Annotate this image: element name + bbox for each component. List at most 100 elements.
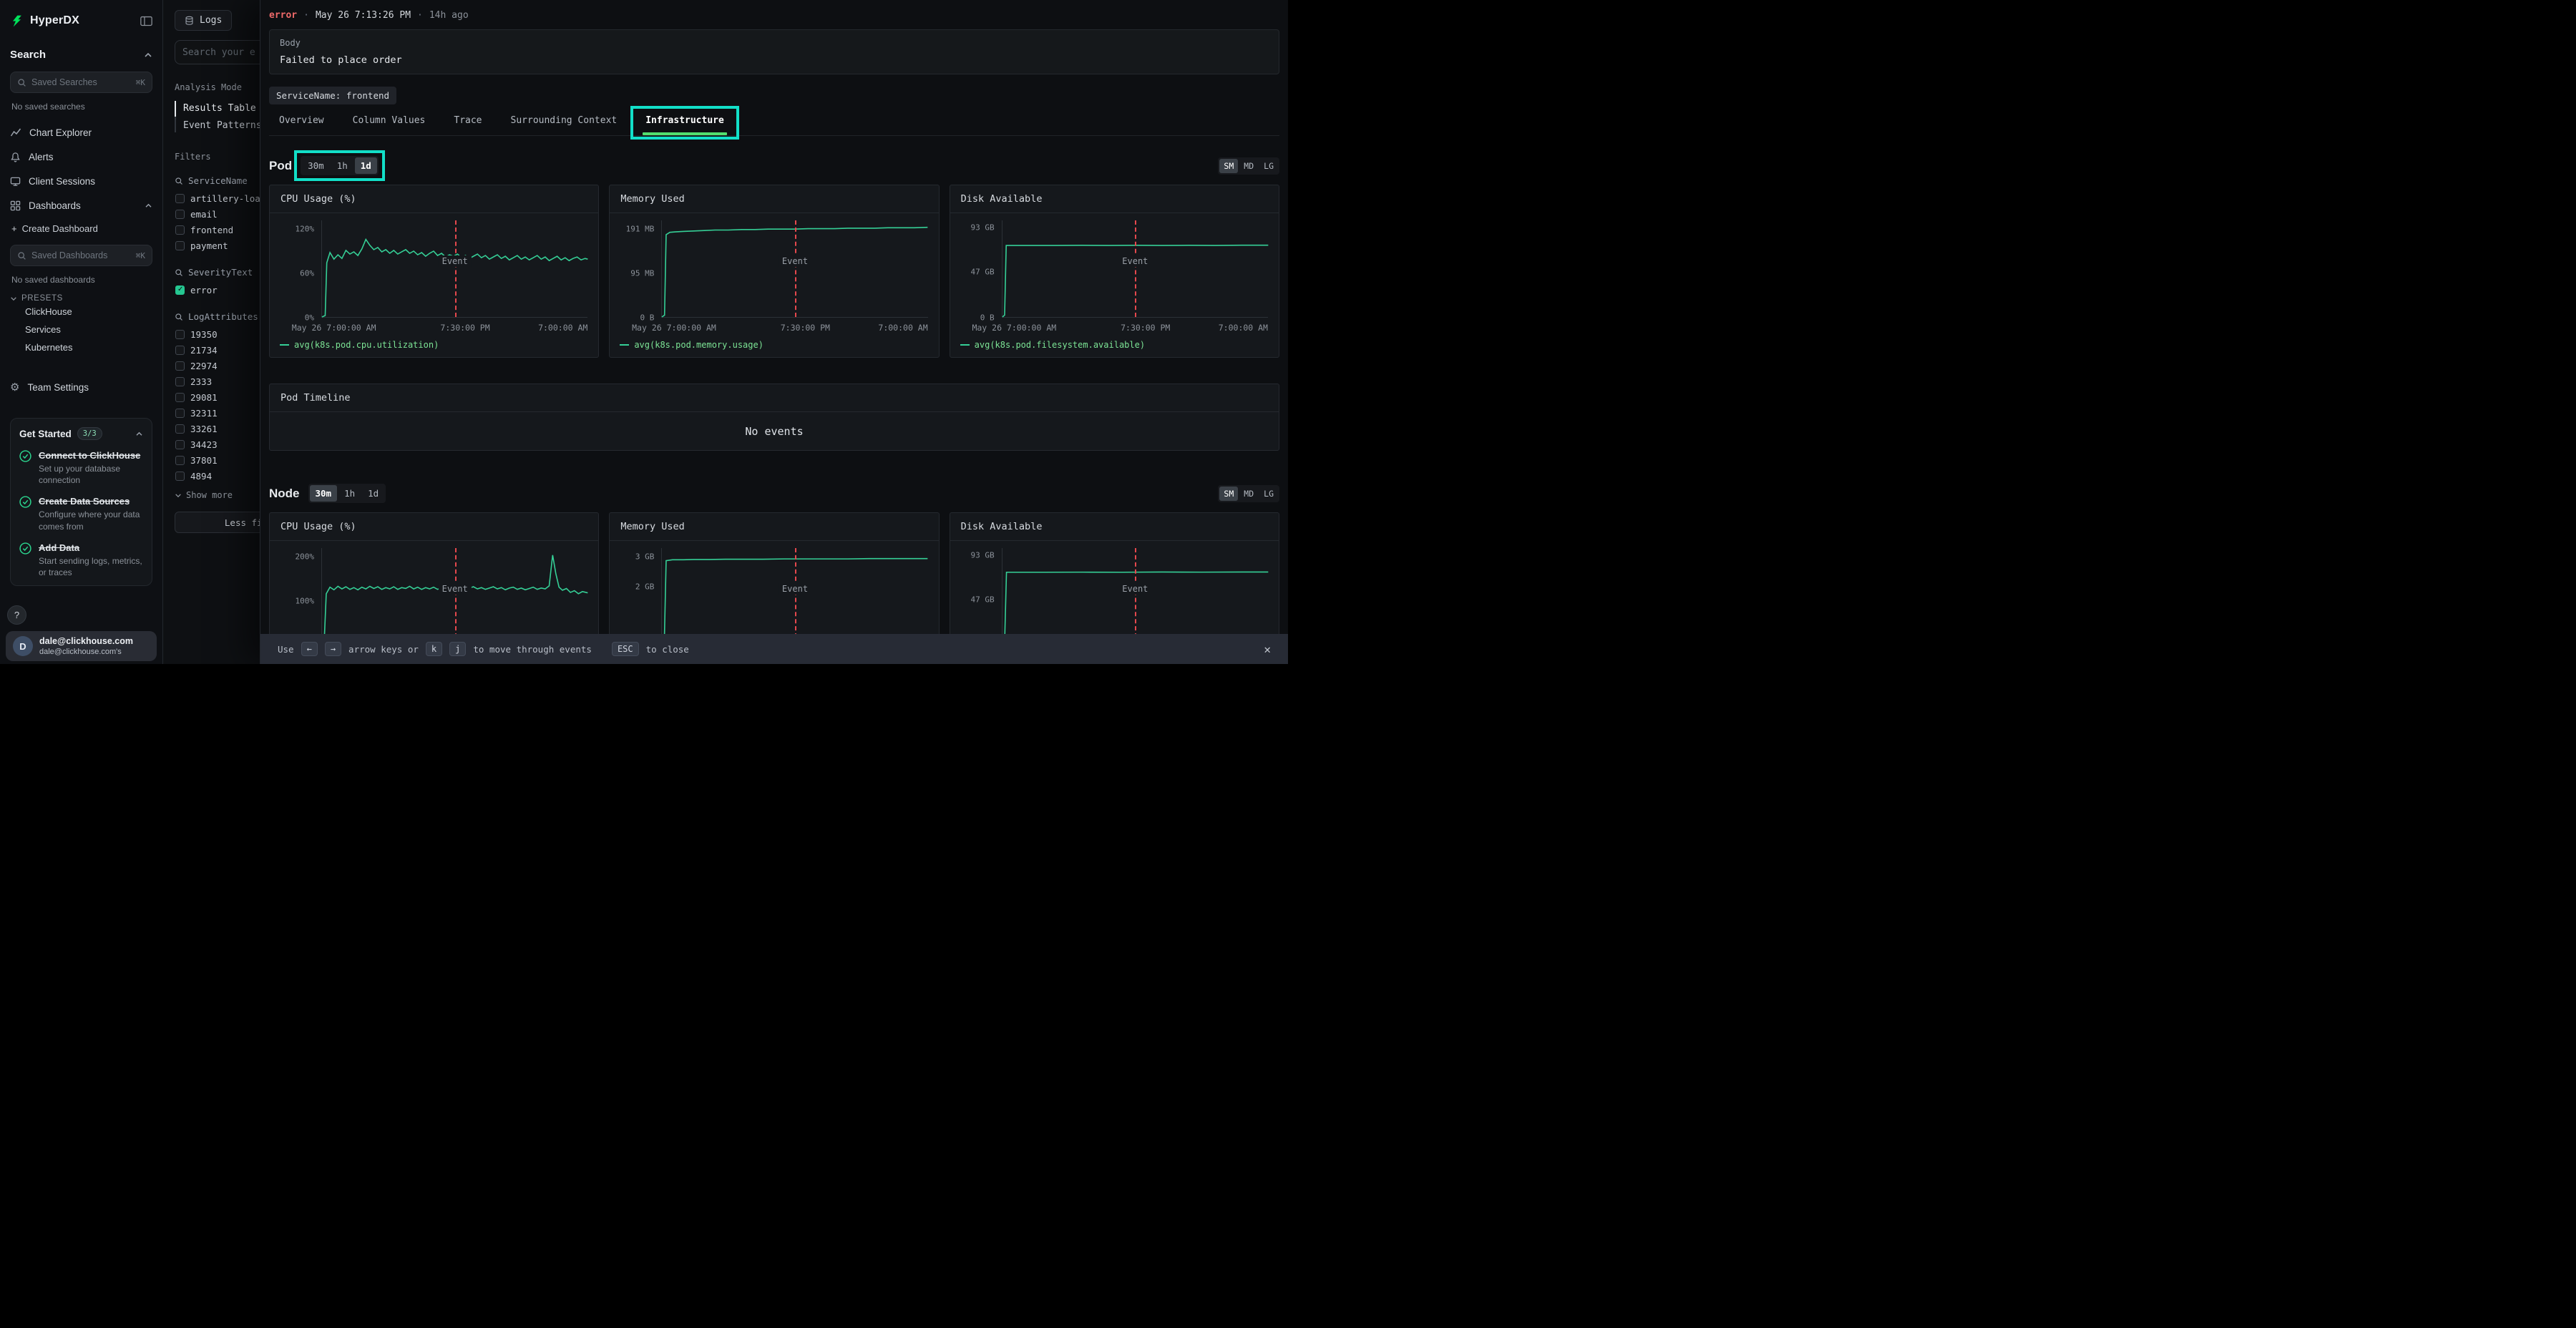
pod-timeline-card: Pod Timeline No events (269, 384, 1279, 451)
sidebar-item-clickhouse[interactable]: ClickHouse (10, 303, 152, 321)
search-section-header[interactable]: Search (10, 49, 152, 61)
checkbox-checked[interactable] (175, 285, 185, 295)
sidebar-item-team-settings[interactable]: ⚙ Team Settings (10, 375, 152, 399)
event-marker-label: Event (439, 583, 472, 595)
event-relative-time: 14h ago (429, 10, 469, 21)
kbd-shortcut: ⌘K (136, 78, 145, 87)
checkbox[interactable] (175, 210, 185, 219)
checkbox[interactable] (175, 241, 185, 250)
checkbox[interactable] (175, 456, 185, 465)
event-marker-line (1135, 220, 1136, 317)
checkbox[interactable] (175, 472, 185, 481)
range-1d-button[interactable]: 1d (355, 157, 377, 174)
sidebar-item-label: Client Sessions (29, 176, 95, 187)
tab-label: Infrastructure (645, 115, 724, 126)
size-md-button[interactable]: MD (1239, 159, 1258, 173)
hint-text: to close (646, 644, 689, 655)
checkbox[interactable] (175, 330, 185, 339)
checkbox[interactable] (175, 225, 185, 235)
sidebar-item-chart-explorer[interactable]: Chart Explorer (10, 120, 152, 145)
filter-option-label: 29081 (190, 392, 218, 403)
user-menu[interactable]: D dale@clickhouse.com dale@clickhouse.co… (6, 631, 157, 661)
get-started-card: Get Started 3/3 Connect to ClickHouse Se… (10, 418, 152, 586)
legend-label: avg(k8s.pod.cpu.utilization) (294, 340, 439, 350)
range-30m-button[interactable]: 30m (302, 157, 330, 174)
checkbox[interactable] (175, 424, 185, 434)
legend-swatch (960, 344, 970, 346)
user-email: dale@clickhouse.com (39, 636, 133, 647)
chevron-up-icon (144, 52, 152, 58)
step-title: Create Data Sources (39, 496, 143, 507)
no-saved-dashboards-text: No saved dashboards (10, 275, 152, 285)
size-sm-button[interactable]: SM (1219, 487, 1238, 501)
hint-text: Use (278, 644, 294, 655)
y-axis: 191 MB95 MB0 B (617, 220, 657, 318)
size-sm-button[interactable]: SM (1219, 159, 1238, 173)
pod-charts-row: CPU Usage (%) 120%60%0% Event May 26 7:0… (269, 185, 1279, 358)
help-button[interactable]: ? (7, 605, 26, 625)
y-axis: 93 GB47 GB0 B (957, 220, 997, 318)
checkbox[interactable] (175, 377, 185, 386)
bell-icon (10, 152, 21, 162)
chart-icon (10, 127, 21, 138)
range-1h-button[interactable]: 1h (338, 485, 361, 502)
service-name-tag[interactable]: ServiceName: frontend (269, 87, 396, 104)
sidebar-item-dashboards[interactable]: Dashboards (10, 193, 152, 218)
filter-option-label: 4894 (190, 471, 212, 482)
chevron-down-icon (175, 493, 182, 498)
plot-area: Event (321, 220, 587, 318)
tab-surrounding-context[interactable]: Surrounding Context (511, 115, 618, 126)
close-icon[interactable]: ✕ (1264, 643, 1271, 656)
sidebar-item-services[interactable]: Services (10, 321, 152, 338)
sidebar-collapse-icon[interactable] (140, 16, 152, 26)
event-marker-label: Event (439, 255, 472, 267)
filter-option-label: email (190, 209, 218, 220)
saved-dashboards-input[interactable]: ⌘K (10, 245, 152, 266)
tab-column-values[interactable]: Column Values (353, 115, 426, 126)
monitor-icon (10, 176, 21, 187)
checkbox[interactable] (175, 393, 185, 402)
y-axis: 120%60%0% (277, 220, 317, 318)
hyperdx-logo-icon (10, 14, 24, 28)
pod-section-header: Pod 30m 1h 1d SM MD LG (269, 156, 1279, 175)
presets-toggle[interactable]: PRESETS (10, 294, 152, 303)
checkbox[interactable] (175, 194, 185, 203)
tab-infrastructure[interactable]: Infrastructure (645, 115, 724, 126)
size-lg-button[interactable]: LG (1259, 487, 1278, 501)
x-axis: May 26 7:00:00 AM7:30:00 PM7:00:00 AM (1002, 323, 1268, 333)
step-desc: Set up your database connection (39, 463, 143, 486)
sidebar-item-client-sessions[interactable]: Client Sessions (10, 169, 152, 193)
sidebar-item-kubernetes[interactable]: Kubernetes (10, 338, 152, 356)
checkbox[interactable] (175, 440, 185, 449)
node-title: Node (269, 487, 300, 501)
chevron-up-icon (135, 431, 143, 436)
preset-label: ClickHouse (25, 306, 72, 317)
sidebar-item-alerts[interactable]: Alerts (10, 145, 152, 169)
saved-searches-field[interactable] (31, 77, 131, 87)
severity-badge: error (269, 10, 297, 21)
checkbox[interactable] (175, 361, 185, 371)
chart-title: Disk Available (950, 513, 1279, 541)
plot-area: Event (661, 220, 927, 318)
create-dashboard-button[interactable]: + Create Dashboard (10, 218, 152, 239)
size-lg-button[interactable]: LG (1259, 159, 1278, 173)
filter-option-label: frontend (190, 225, 233, 235)
size-md-button[interactable]: MD (1239, 487, 1258, 501)
range-1h-button[interactable]: 1h (331, 157, 353, 174)
checkbox[interactable] (175, 409, 185, 418)
presets-label: PRESETS (21, 294, 63, 303)
saved-dashboards-field[interactable] (31, 250, 131, 260)
chart-legend: avg(k8s.pod.memory.usage) (620, 339, 927, 351)
tab-trace[interactable]: Trace (454, 115, 482, 126)
get-started-header[interactable]: Get Started 3/3 (19, 427, 143, 440)
source-selector-button[interactable]: Logs (175, 10, 232, 31)
search-icon (175, 313, 183, 321)
chart-pod-memory-used: Memory Used 191 MB95 MB0 B Event May 26 … (609, 185, 939, 358)
event-marker-line (795, 220, 796, 317)
tab-overview[interactable]: Overview (279, 115, 324, 126)
checkbox[interactable] (175, 346, 185, 355)
saved-searches-input[interactable]: ⌘K (10, 72, 152, 93)
filter-group-name: SeverityText (188, 267, 253, 278)
range-30m-button[interactable]: 30m (310, 485, 338, 502)
range-1d-button[interactable]: 1d (362, 485, 384, 502)
